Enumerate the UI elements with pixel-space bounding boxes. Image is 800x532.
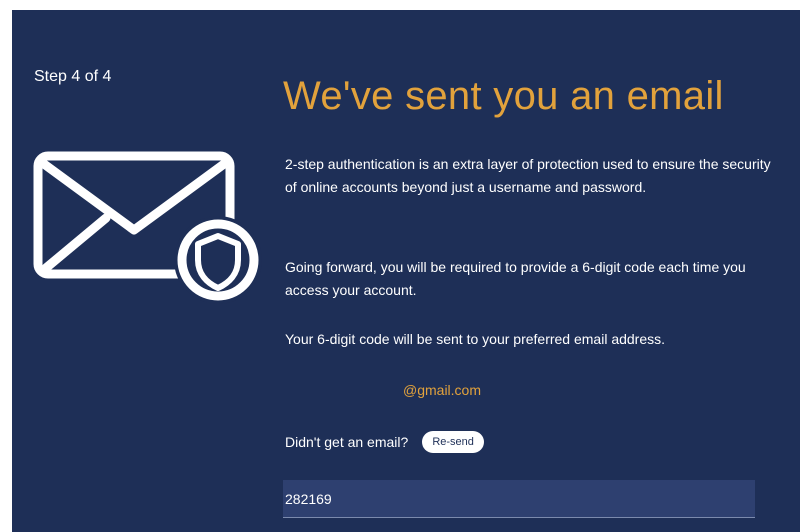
description-paragraph-3: Your 6-digit code will be sent to your p… bbox=[285, 331, 666, 347]
screen: Step 4 of 4 We've sent you an email 2-st… bbox=[0, 0, 800, 532]
page-title: We've sent you an email bbox=[283, 74, 724, 118]
description-paragraph-1: 2-step authentication is an extra layer … bbox=[285, 156, 771, 195]
verification-code-input[interactable] bbox=[283, 480, 755, 518]
description-paragraph-2: Going forward, you will be required to p… bbox=[285, 259, 746, 298]
verification-panel: Step 4 of 4 We've sent you an email 2-st… bbox=[12, 10, 800, 532]
step-indicator: Step 4 of 4 bbox=[34, 68, 112, 85]
email-address: @gmail.com bbox=[403, 382, 482, 398]
resend-row: Didn't get an email? Re-send bbox=[285, 430, 484, 454]
envelope-shield-icon bbox=[33, 151, 262, 304]
resend-prompt: Didn't get an email? bbox=[285, 434, 409, 450]
resend-button[interactable]: Re-send bbox=[422, 431, 484, 453]
